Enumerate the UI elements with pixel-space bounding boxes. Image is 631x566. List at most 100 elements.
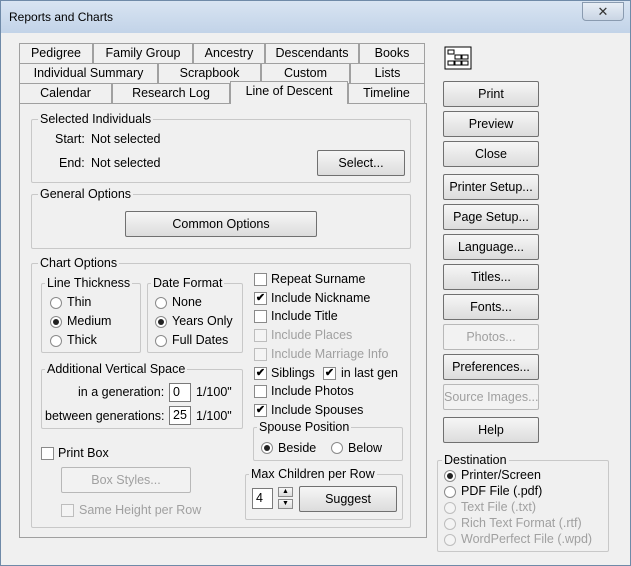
below-radio[interactable] [331,442,343,454]
wpd-file-label: WordPerfect File (.wpd) [461,532,593,546]
include-title-label: Include Title [271,309,338,323]
between-generations-unit: 1/100" [196,409,232,423]
full-dates-label: Full Dates [172,333,229,347]
tab-custom[interactable]: Custom [261,63,350,83]
end-label: End: [59,156,85,170]
repeat-surname-label: Repeat Surname [271,272,366,286]
below-label: Below [348,441,383,455]
printer-setup-button[interactable]: Printer Setup... [443,174,539,200]
include-photos-checkbox[interactable] [254,385,267,398]
language-button[interactable]: Language... [443,234,539,260]
page-setup-button[interactable]: Page Setup... [443,204,539,230]
rtf-file-label: Rich Text Format (.rtf) [461,516,582,530]
select-button[interactable]: Select... [317,150,405,176]
tab-scrapbook[interactable]: Scrapbook [158,63,261,83]
tab-line-of-descent[interactable]: Line of Descent [230,81,348,104]
years-only-label: Years Only [172,314,233,328]
max-children-legend: Max Children per Row [249,467,377,481]
source-images-button[interactable]: Source Images... [443,384,539,410]
fonts-button[interactable]: Fonts... [443,294,539,320]
max-children-input[interactable]: 4 [252,488,273,509]
include-places-label: Include Places [271,328,353,342]
rtf-file-radio[interactable] [444,518,456,530]
in-generation-unit: 1/100" [196,385,232,399]
tab-pedigree[interactable]: Pedigree [19,43,93,63]
printer-screen-radio[interactable] [444,470,456,482]
include-title-checkbox[interactable] [254,310,267,323]
chart-options-legend: Chart Options [38,256,120,270]
line-thickness-legend: Line Thickness [45,276,133,290]
thin-label: Thin [67,295,92,309]
preferences-button[interactable]: Preferences... [443,354,539,380]
include-nickname-label: Include Nickname [271,291,371,305]
tab-descendants[interactable]: Descendants [265,43,359,63]
text-file-label: Text File (.txt) [461,500,537,514]
spin-up-button[interactable]: ▲ [278,487,293,497]
repeat-surname-checkbox[interactable] [254,273,267,286]
help-button[interactable]: Help [443,417,539,443]
between-generations-input[interactable]: 25 [169,406,191,425]
text-file-radio[interactable] [444,502,456,514]
include-nickname-checkbox[interactable]: ✔ [254,292,267,305]
wpd-file-radio[interactable] [444,534,456,546]
tab-timeline[interactable]: Timeline [348,83,425,103]
date-none-radio[interactable] [155,297,167,309]
tab-ancestry[interactable]: Ancestry [193,43,265,63]
tab-lists[interactable]: Lists [350,63,425,83]
pdf-file-radio[interactable] [444,486,456,498]
date-none-label: None [172,295,202,309]
print-button[interactable]: Print [443,81,539,107]
photos-button[interactable]: Photos... [443,324,539,350]
selected-individuals-legend: Selected Individuals [38,112,154,126]
title-bar[interactable]: Reports and Charts ✕ [1,1,630,33]
in-last-gen-checkbox[interactable]: ✔ [323,367,336,380]
suggest-button[interactable]: Suggest [299,486,397,512]
beside-radio[interactable] [261,442,273,454]
in-last-gen-label: in last gen [341,366,398,380]
additional-vertical-space-legend: Additional Vertical Space [45,362,188,376]
include-marriage-info-checkbox[interactable] [254,348,267,361]
include-marriage-info-label: Include Marriage Info [271,347,389,361]
box-styles-button[interactable]: Box Styles... [61,467,191,493]
reports-and-charts-window: Reports and Charts ✕ Pedigree Family Gro… [0,0,631,566]
titles-button[interactable]: Titles... [443,264,539,290]
include-photos-label: Include Photos [271,384,354,398]
general-options-legend: General Options [38,187,134,201]
tab-individual-summary[interactable]: Individual Summary [19,63,158,83]
tab-calendar[interactable]: Calendar [19,83,112,103]
end-value: Not selected [91,156,161,170]
medium-radio[interactable] [50,316,62,328]
years-only-radio[interactable] [155,316,167,328]
spin-down-button[interactable]: ▼ [278,499,293,509]
print-box-label: Print Box [58,446,109,460]
tab-family-group[interactable]: Family Group [93,43,193,63]
include-places-checkbox[interactable] [254,329,267,342]
beside-label: Beside [278,441,317,455]
tab-research-log[interactable]: Research Log [112,83,230,103]
start-label: Start: [55,132,85,146]
include-spouses-checkbox[interactable]: ✔ [254,404,267,417]
siblings-label: Siblings [271,366,315,380]
print-box-checkbox[interactable] [41,447,54,460]
medium-label: Medium [67,314,112,328]
in-generation-label: in a generation: [78,385,165,399]
window-title: Reports and Charts [9,10,114,24]
same-height-label: Same Height per Row [79,503,202,517]
in-generation-input[interactable]: 0 [169,383,191,402]
preview-button[interactable]: Preview [443,111,539,137]
thick-radio[interactable] [50,335,62,347]
date-format-legend: Date Format [151,276,225,290]
full-dates-radio[interactable] [155,335,167,347]
same-height-checkbox[interactable] [61,504,74,517]
destination-legend: Destination [442,453,509,467]
common-options-button[interactable]: Common Options [125,211,317,237]
thin-radio[interactable] [50,297,62,309]
close-button[interactable]: Close [443,141,539,167]
siblings-checkbox[interactable]: ✔ [254,367,267,380]
tab-books[interactable]: Books [359,43,425,63]
start-value: Not selected [91,132,161,146]
thick-label: Thick [67,333,97,347]
include-spouses-label: Include Spouses [271,403,364,417]
pdf-file-label: PDF File (.pdf) [461,484,543,498]
close-window-button[interactable]: ✕ [582,2,624,21]
